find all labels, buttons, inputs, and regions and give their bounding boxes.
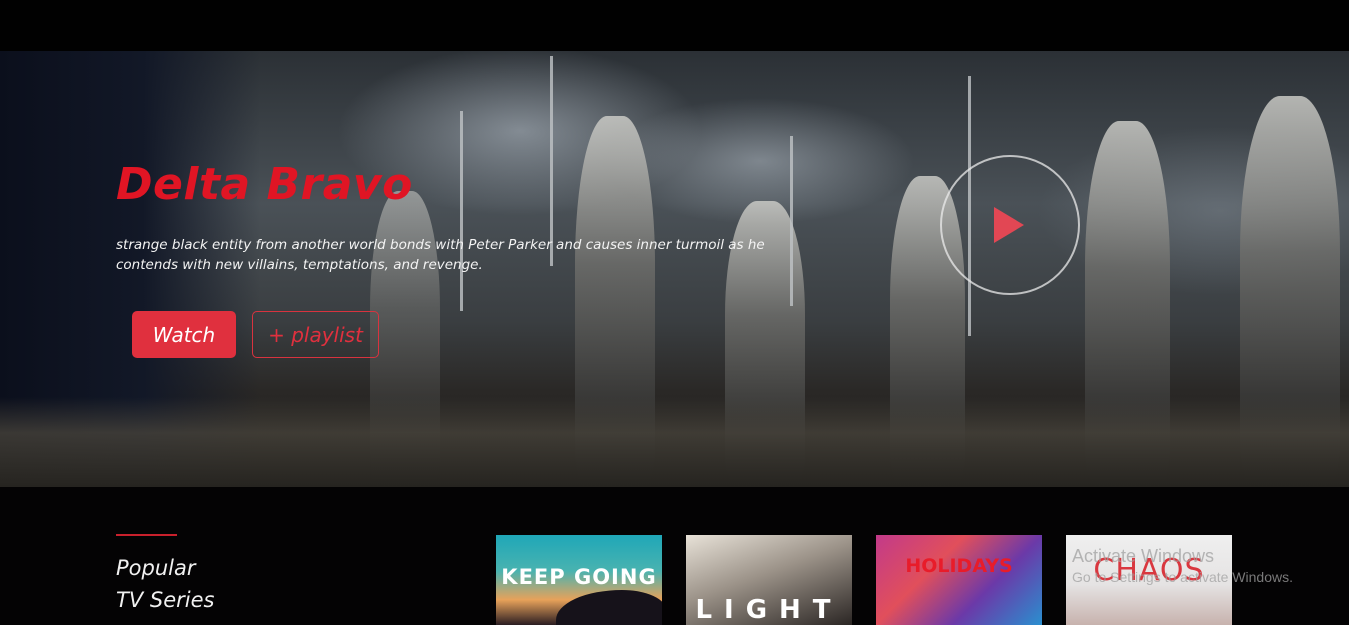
section-divider <box>116 534 177 536</box>
play-icon <box>994 207 1024 243</box>
thumbnail-title: HOLIDAYS <box>905 555 1013 577</box>
thumbnail-card[interactable]: KEEP GOING <box>496 535 662 625</box>
thumbnail-card[interactable]: HOLIDAYS <box>876 535 1042 625</box>
play-button[interactable] <box>940 155 1080 295</box>
thumbnail-card[interactable]: LIGHT <box>686 535 852 625</box>
section-title-line1: Popular <box>116 556 196 580</box>
top-bar <box>0 0 1349 51</box>
hero-banner: Delta Bravo strange black entity from an… <box>0 51 1349 487</box>
section-title-line2: TV Series <box>116 588 215 612</box>
watch-button[interactable]: Watch <box>132 311 236 358</box>
section-title: Popular TV Series <box>116 552 214 616</box>
watermark-line1: Activate Windows <box>1072 546 1215 566</box>
watermark-line2: Go to Settings to activate Windows. <box>1072 569 1293 585</box>
hero-title: Delta Bravo <box>116 159 413 210</box>
thumbnail-title: LIGHT <box>695 595 843 625</box>
hero-description: strange black entity from another world … <box>116 237 765 273</box>
activate-windows-watermark: Activate Windows Go to Settings to activ… <box>1072 546 1293 585</box>
thumbnail-title: KEEP GOING <box>501 565 657 589</box>
add-to-playlist-button[interactable]: + playlist <box>252 311 379 358</box>
